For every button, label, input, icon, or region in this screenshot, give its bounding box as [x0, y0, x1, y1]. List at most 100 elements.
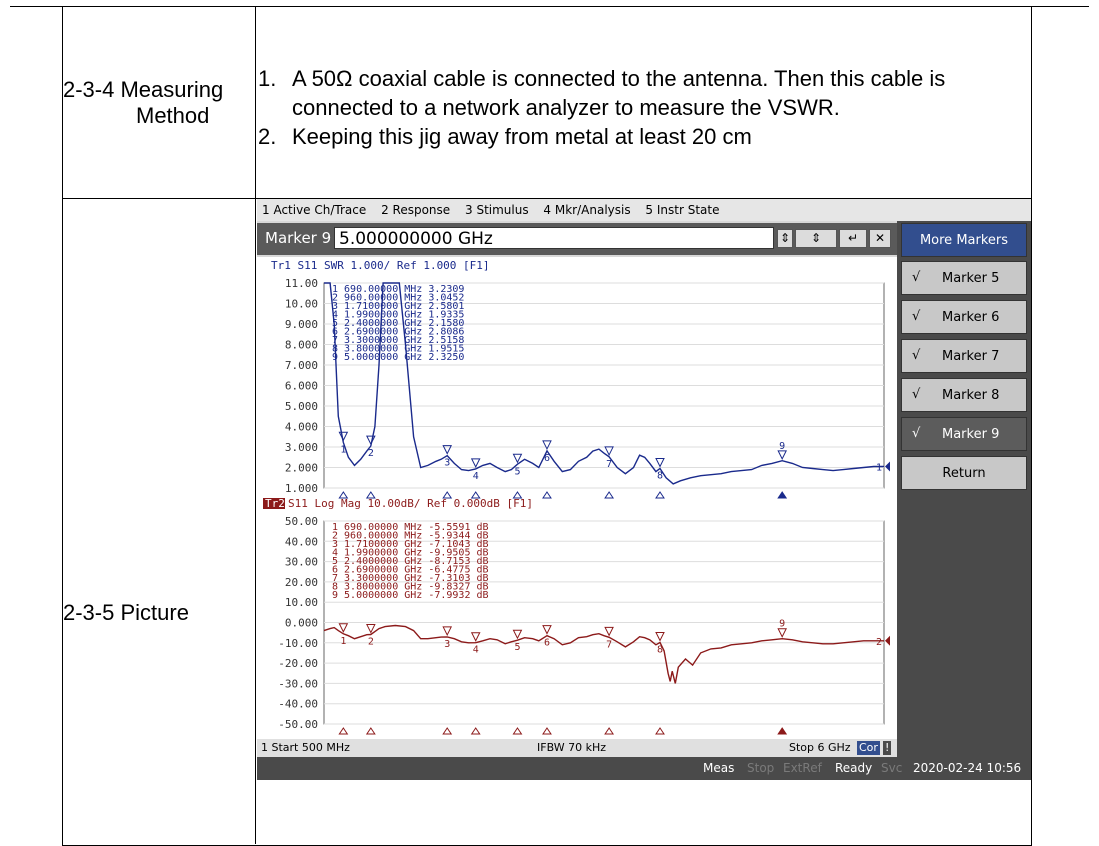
- marker-table-entry: 9 5.0000000 GHz 2.3250: [332, 352, 464, 363]
- trace-plots: Tr1 S11 SWR 1.000/ Ref 1.000 [F1]11.0010…: [263, 259, 890, 735]
- close-icon[interactable]: ✕: [869, 229, 891, 248]
- marker-axis-triangle: [470, 727, 481, 735]
- softkey-panel: More Markers √ Marker 5 √ Marker 6 √ Marker…: [897, 221, 1031, 761]
- y-tick-label: 30.00: [285, 556, 318, 569]
- instrument-status-bar: Meas Stop ExtRef Ready Svc 2020-02-24 10…: [257, 757, 1031, 780]
- softkey-marker-7[interactable]: √ Marker 7: [901, 339, 1027, 373]
- marker-triangle: [777, 628, 787, 638]
- marker-axis-triangle: [365, 727, 376, 735]
- marker-axis-triangle: [542, 491, 552, 499]
- check-icon: √: [912, 348, 921, 363]
- marker-number: 6: [544, 638, 550, 649]
- stop-status: Stop: [747, 761, 775, 775]
- entry-bar: Marker 9 5.000000000 GHz ⇕ ⇕ ↵ ✕: [257, 223, 897, 255]
- marker-number: 3: [444, 458, 450, 469]
- extref-status: ExtRef: [783, 761, 822, 775]
- check-icon: √: [912, 270, 921, 285]
- softkey-more-markers[interactable]: More Markers: [901, 223, 1027, 257]
- ready-status: Ready: [835, 761, 873, 775]
- y-tick-label: 1.000: [285, 482, 318, 495]
- marker-triangle: [655, 457, 665, 468]
- check-icon: √: [912, 309, 921, 324]
- trace-number: 2: [876, 637, 882, 648]
- marker-number: 2: [368, 637, 374, 648]
- marker-number: 1: [340, 636, 346, 647]
- step-up-down-icon[interactable]: ⇕: [795, 229, 837, 248]
- y-tick-label: 10.00: [285, 298, 318, 311]
- analyzer-menu-bar: 1 Active Ch/Trace 2 Response 3 Stimulus …: [257, 199, 1031, 221]
- marker-axis-triangle: [655, 727, 665, 735]
- marker-number: 8: [657, 644, 663, 655]
- start-frequency: 1 Start 500 MHz: [261, 741, 350, 754]
- spin-up-down-icon[interactable]: ⇕: [777, 229, 793, 248]
- table-column-divider: [255, 6, 256, 844]
- marker-number: 4: [473, 471, 479, 482]
- trace-end-marker: [885, 635, 890, 646]
- step-2: 2. Keeping this jig away from metal at le…: [258, 124, 752, 149]
- marker-triangle: [442, 626, 453, 637]
- menu-active-ch-trace[interactable]: 1 Active Ch/Trace: [262, 203, 366, 217]
- meas-status: Meas: [703, 761, 735, 775]
- trace-end-marker: [885, 461, 890, 472]
- marker-axis-triangle: [604, 727, 615, 735]
- softkey-marker-8[interactable]: √ Marker 8: [901, 378, 1027, 412]
- marker-axis-triangle: [442, 727, 453, 735]
- marker-number: 1: [340, 444, 346, 455]
- marker-triangle: [366, 624, 376, 634]
- svc-status: Svc: [881, 761, 903, 775]
- menu-instr-state[interactable]: 5 Instr State: [645, 203, 719, 217]
- enter-icon[interactable]: ↵: [839, 229, 867, 248]
- measuring-steps: 1. A 50Ω coaxial cable is connected to th…: [258, 64, 945, 151]
- marker-number: 6: [544, 453, 550, 464]
- marker-axis-triangle: [655, 491, 665, 499]
- marker-triangle: [542, 625, 552, 635]
- marker-number: 7: [606, 639, 612, 650]
- marker-triangle: [777, 450, 787, 460]
- ifbw: IFBW 70 kHz: [537, 741, 607, 754]
- check-icon: √: [912, 426, 921, 441]
- menu-mkr-analysis[interactable]: 4 Mkr/Analysis: [543, 203, 630, 217]
- marker-axis-triangle: [542, 727, 552, 735]
- softkey-return[interactable]: Return: [901, 456, 1027, 490]
- trace-display: Tr1 S11 SWR 1.000/ Ref 1.000 [F1] 11.00 10…: [257, 257, 897, 741]
- trace-2-label: Tr2: [265, 497, 285, 510]
- marker-triangle: [470, 632, 481, 642]
- marker-axis-triangle: [338, 727, 349, 735]
- marker-number: 7: [606, 459, 612, 470]
- marker-triangle: [604, 626, 614, 637]
- marker-number: 3: [444, 639, 450, 650]
- y-tick-label: 20.00: [285, 576, 318, 589]
- y-tick-label: -40.00: [278, 698, 318, 711]
- marker-triangle: [604, 446, 614, 457]
- marker-number: 8: [657, 470, 663, 481]
- menu-stimulus[interactable]: 3 Stimulus: [465, 203, 529, 217]
- marker-number: 5: [514, 466, 520, 477]
- y-tick-label: 2.000: [285, 462, 318, 475]
- step-1: 1. A 50Ω coaxial cable is connected to th…: [258, 66, 946, 91]
- step-1-continued: connected to a network analyzer to measu…: [292, 95, 840, 120]
- stop-frequency: Stop 6 GHz: [789, 741, 851, 754]
- marker-triangle: [655, 631, 665, 642]
- entry-label: Marker 9: [265, 229, 332, 247]
- marker-axis-triangle: [604, 491, 615, 499]
- y-tick-label: 11.00: [285, 277, 318, 290]
- softkey-marker-6[interactable]: √ Marker 6: [901, 300, 1027, 334]
- y-tick-label: -10.00: [278, 637, 318, 650]
- menu-response[interactable]: 2 Response: [381, 203, 450, 217]
- measuring-method-label: 2-3-4 Measuring Method: [63, 77, 224, 128]
- marker-value-input[interactable]: 5.000000000 GHz: [334, 227, 774, 249]
- softkey-marker-5[interactable]: √ Marker 5: [901, 261, 1027, 295]
- chart-title: S11 Log Mag 10.00dB/ Ref 0.000dB [F1]: [288, 497, 533, 510]
- warning-badge: !: [883, 741, 892, 755]
- softkey-marker-9[interactable]: √ Marker 9: [901, 417, 1027, 451]
- y-tick-label: 4.000: [285, 421, 318, 434]
- y-tick-label: -30.00: [278, 677, 318, 690]
- marker-triangle: [542, 440, 552, 451]
- y-tick-label: 5.000: [285, 400, 318, 413]
- channel-status-bar: 1 Start 500 MHz IFBW 70 kHz Stop 6 GHz C…: [257, 739, 897, 757]
- marker-number: 4: [473, 645, 479, 656]
- marker-number: 9: [779, 619, 785, 630]
- y-tick-label: 6.000: [285, 380, 318, 393]
- marker-number: 2: [368, 448, 374, 459]
- marker-triangle: [512, 629, 523, 640]
